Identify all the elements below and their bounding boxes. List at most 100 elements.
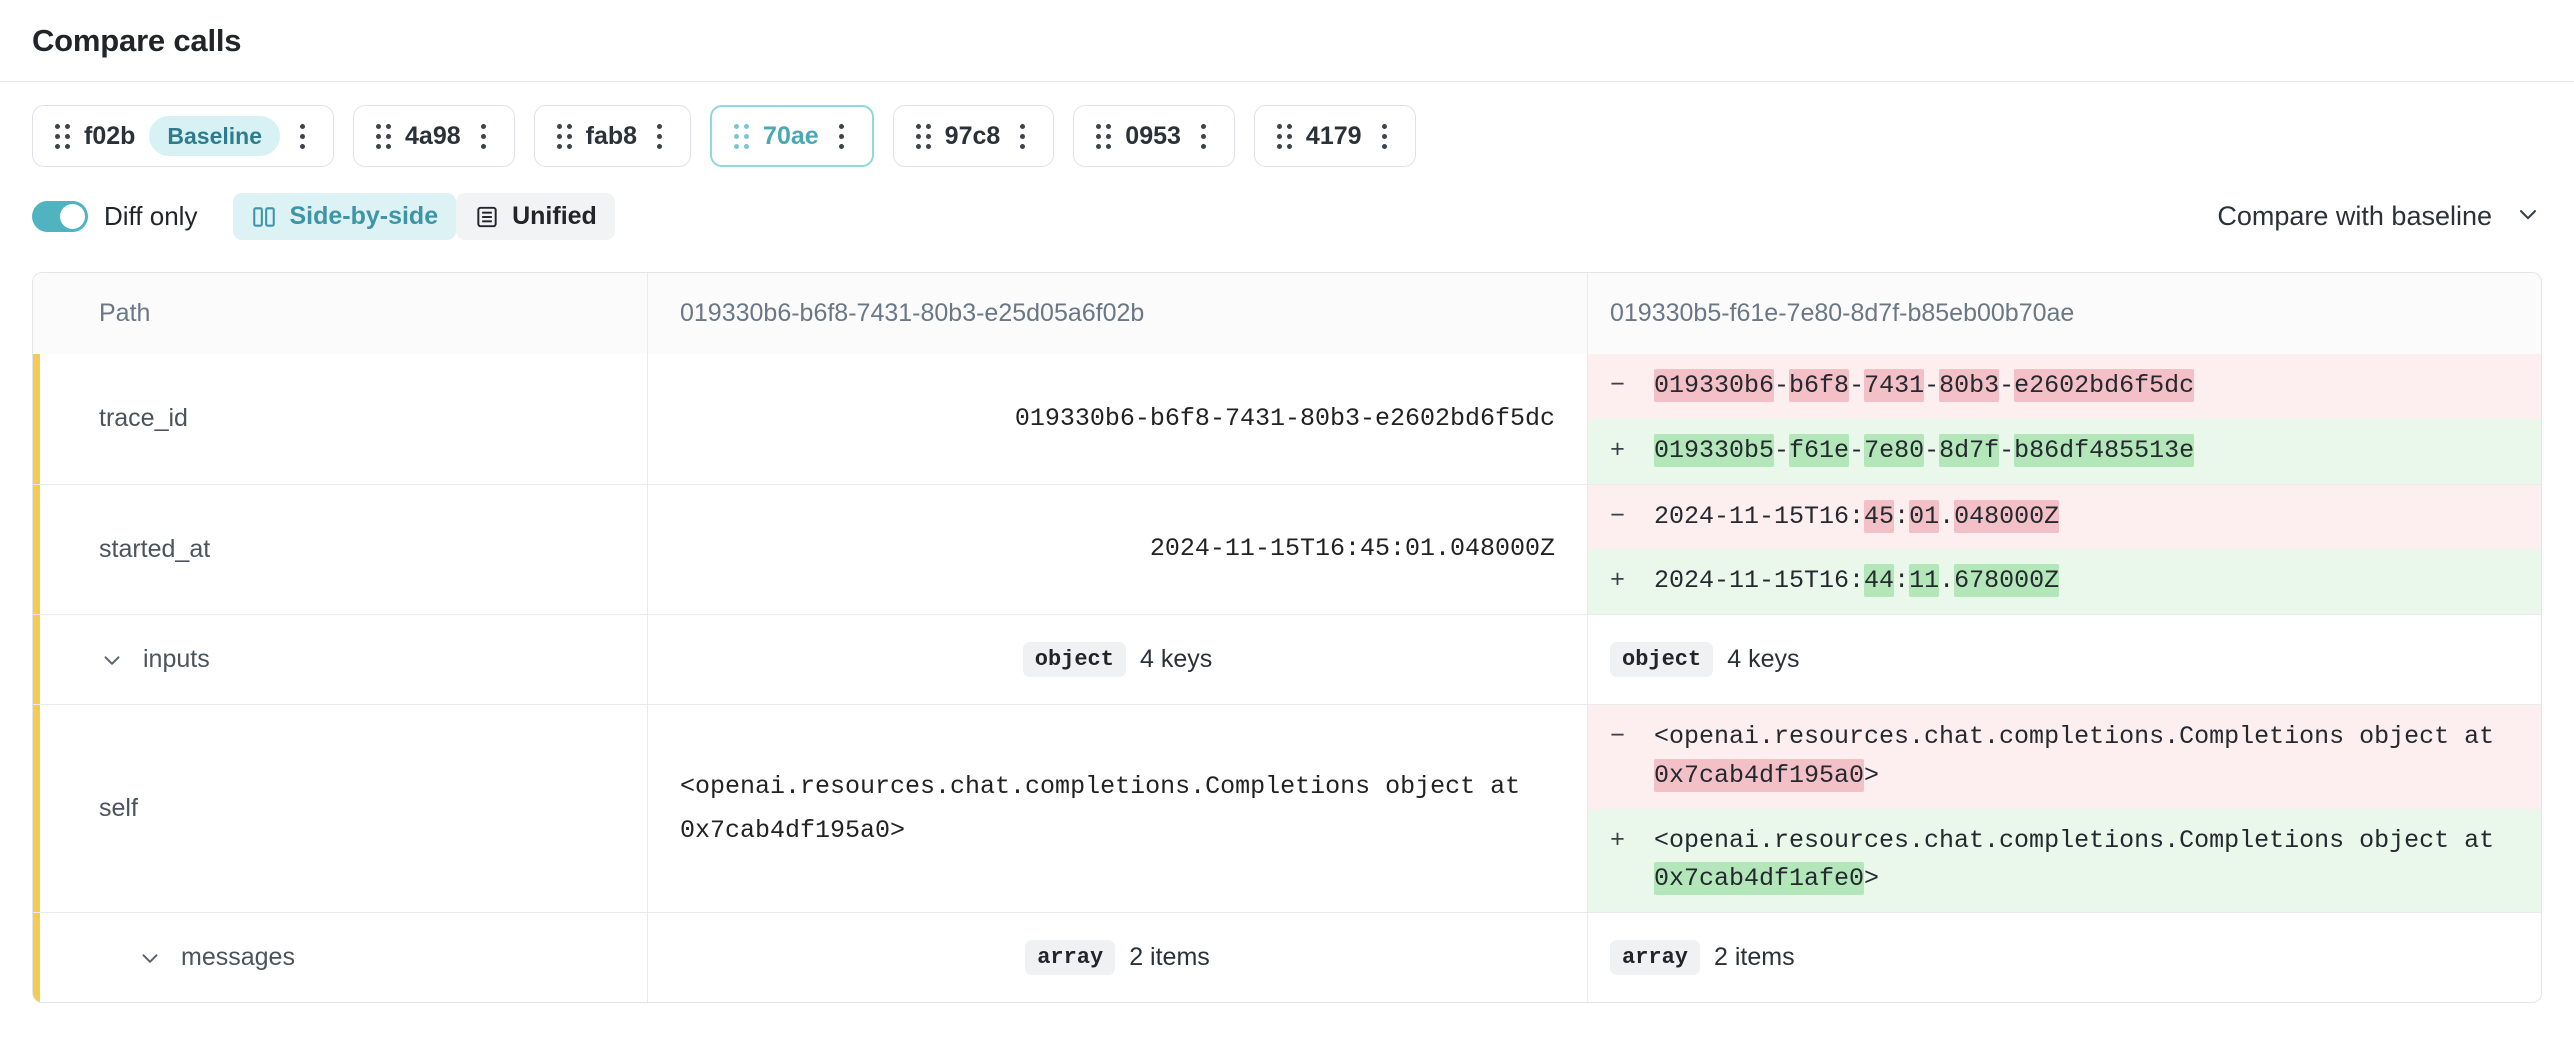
grip-dots-icon[interactable]	[556, 123, 572, 149]
view-mode-side-by-side[interactable]: Side-by-side	[233, 193, 457, 240]
grip-dots-icon[interactable]	[55, 123, 70, 149]
type-count: 4 keys	[1139, 645, 1213, 673]
diff-highlight-segment: 019330b5	[1654, 433, 1775, 467]
list-icon	[474, 204, 500, 230]
call-chip-label: 70ae	[763, 121, 819, 150]
diff-plain-segment: 2024-11-15T16:	[1654, 566, 1865, 596]
chevron-down-icon[interactable]	[137, 945, 163, 971]
call-chip-4a98[interactable]: 4a98	[353, 105, 515, 167]
baseline-value: 019330b6-b6f8-7431-80b3-e2602bd6f5dc	[1014, 403, 1555, 433]
compare-value-cell: −019330b6-b6f8-7431-80b3-e2602bd6f5dc +01…	[1587, 354, 2541, 484]
diff-highlight-segment: e2602bd6f5dc	[2014, 369, 2195, 402]
table-row: self <openai.resources.chat.completions.C…	[33, 704, 2541, 912]
diff-line-removed: − <openai.resources.chat.completions.Comp…	[1588, 705, 2541, 809]
path-label: self	[99, 794, 138, 822]
diff-plain-segment: -	[1774, 371, 1790, 400]
type-count: 4 keys	[1727, 645, 1800, 673]
call-chip-70ae[interactable]: 70ae	[710, 105, 874, 167]
grip-dots-icon[interactable]	[376, 123, 392, 149]
diff-text: 2024-11-15T16:45:01.048000Z	[1654, 498, 2541, 537]
diff-highlight-segment: 45	[1864, 499, 1895, 533]
table-body: trace_id 019330b6-b6f8-7431-80b3-e2602bd6…	[33, 354, 2541, 1002]
diff-minus-sign: −	[1610, 501, 1626, 531]
kebab-menu-icon[interactable]	[1014, 120, 1031, 153]
diff-only-label: Diff only	[104, 201, 198, 231]
diff-text: <openai.resources.chat.completions.Compl…	[1654, 718, 2541, 796]
diff-minus-sign: −	[1610, 371, 1626, 400]
diff-plain-segment: -	[1999, 435, 2015, 465]
diff-plain-segment: -	[1774, 435, 1790, 465]
baseline-badge: Baseline	[149, 115, 281, 157]
view-mode-segmented: Side-by-side Unified	[233, 193, 615, 240]
call-chip-0953[interactable]: 0953	[1073, 105, 1235, 167]
kebab-menu-icon[interactable]	[1195, 120, 1212, 153]
type-badge: array	[1025, 940, 1116, 975]
baseline-value: <openai.resources.chat.completions.Compl…	[680, 771, 1521, 845]
path-label: messages	[181, 943, 295, 971]
call-chip-label: f02b	[84, 121, 136, 150]
chevron-down-icon[interactable]	[99, 647, 125, 673]
baseline-value-cell: 2024-11-15T16:45:01.048000Z	[647, 484, 1587, 614]
view-mode-side-by-side-label: Side-by-side	[289, 202, 439, 230]
view-mode-unified[interactable]: Unified	[456, 193, 615, 240]
diff-table: Path 019330b6-b6f8-7431-80b3-e25d05a6f02…	[32, 272, 2542, 1003]
diff-highlight-segment: 048000Z	[1954, 499, 2060, 533]
diff-plain-segment: -	[1924, 435, 1940, 465]
path-cell-started_at: started_at	[33, 485, 647, 615]
page-header: Compare calls	[0, 0, 2574, 82]
compare-value-cell: object 4 keys	[1587, 615, 2541, 704]
grip-dots-icon[interactable]	[734, 123, 750, 149]
diff-plain-segment: -	[1849, 371, 1865, 400]
path-cell-self: self	[33, 705, 647, 912]
call-chip-4179[interactable]: 4179	[1253, 105, 1416, 167]
diff-highlight-segment: f61e	[1789, 433, 1850, 467]
toggle-switch[interactable]	[32, 201, 88, 232]
diff-highlight-segment: 7431	[1864, 369, 1925, 402]
path-cell-messages[interactable]: messages	[33, 913, 647, 1002]
diff-plain-segment: -	[1849, 435, 1865, 465]
diff-plain-segment: <openai.resources.chat.completions.Compl…	[1654, 722, 2510, 751]
baseline-value: 2024-11-15T16:45:01.048000Z	[1149, 534, 1555, 564]
compare-with-baseline-dropdown[interactable]: Compare with baseline	[2217, 200, 2542, 233]
grip-dots-icon[interactable]	[915, 123, 931, 149]
diff-plus-sign: +	[1610, 566, 1626, 596]
kebab-menu-icon[interactable]	[294, 120, 311, 153]
grip-dots-icon[interactable]	[1096, 123, 1112, 149]
call-chip-fab8[interactable]: fab8	[533, 105, 692, 167]
compare-value-cell: −2024-11-15T16:45:01.048000Z +2024-11-15T…	[1587, 484, 2541, 614]
path-cell-trace_id: trace_id	[33, 354, 647, 484]
call-chip-97c8[interactable]: 97c8	[892, 105, 1055, 167]
table-row: started_at 2024-11-15T16:45:01.048000Z −20…	[33, 483, 2541, 615]
diff-highlight-segment: 80b3	[1939, 369, 2000, 402]
diff-text: 019330b6-b6f8-7431-80b3-e2602bd6f5dc	[1654, 367, 2541, 406]
compare-with-baseline-label: Compare with baseline	[2217, 201, 2492, 231]
kebab-menu-icon[interactable]	[475, 120, 492, 153]
kebab-menu-icon[interactable]	[833, 120, 850, 153]
diff-highlight-segment: 11	[1909, 564, 1940, 598]
diff-plain-segment: >	[1864, 864, 1880, 894]
diff-only-toggle[interactable]: Diff only	[32, 201, 197, 232]
diff-minus-sign: −	[1610, 722, 1626, 751]
diff-highlight-segment: 7e80	[1864, 433, 1925, 467]
kebab-menu-icon[interactable]	[651, 120, 668, 153]
call-chip-f02b[interactable]: f02b Baseline	[32, 105, 335, 167]
diff-highlight-segment: 019330b6	[1654, 369, 1775, 402]
diff-highlight-segment: 0x7cab4df1afe0	[1654, 862, 1865, 896]
diff-text: 2024-11-15T16:44:11.678000Z	[1654, 562, 2541, 601]
diff-line-removed: −2024-11-15T16:45:01.048000Z	[1588, 484, 2541, 550]
view-mode-unified-label: Unified	[512, 202, 597, 230]
diff-highlight-segment: 8d7f	[1939, 433, 2000, 467]
path-cell-inputs[interactable]: inputs	[33, 615, 647, 704]
diff-line-added: + <openai.resources.chat.completions.Comp…	[1588, 808, 2541, 912]
diff-highlight-segment: 44	[1864, 564, 1895, 598]
grip-dots-icon[interactable]	[1276, 123, 1292, 149]
baseline-value-cell: array 2 items	[647, 913, 1587, 1002]
type-badge: object	[1022, 642, 1126, 677]
table-row: trace_id 019330b6-b6f8-7431-80b3-e2602bd6…	[33, 354, 2541, 484]
compare-value-cell: array 2 items	[1587, 913, 2541, 1002]
kebab-menu-icon[interactable]	[1376, 120, 1393, 153]
table-row: messages array 2 items array 2 items	[33, 912, 2541, 1002]
table-header-row: Path 019330b6-b6f8-7431-80b3-e25d05a6f02…	[33, 273, 2541, 354]
diff-highlight-segment: 678000Z	[1954, 564, 2060, 598]
diff-line-removed: −019330b6-b6f8-7431-80b3-e2602bd6f5dc	[1588, 354, 2541, 419]
